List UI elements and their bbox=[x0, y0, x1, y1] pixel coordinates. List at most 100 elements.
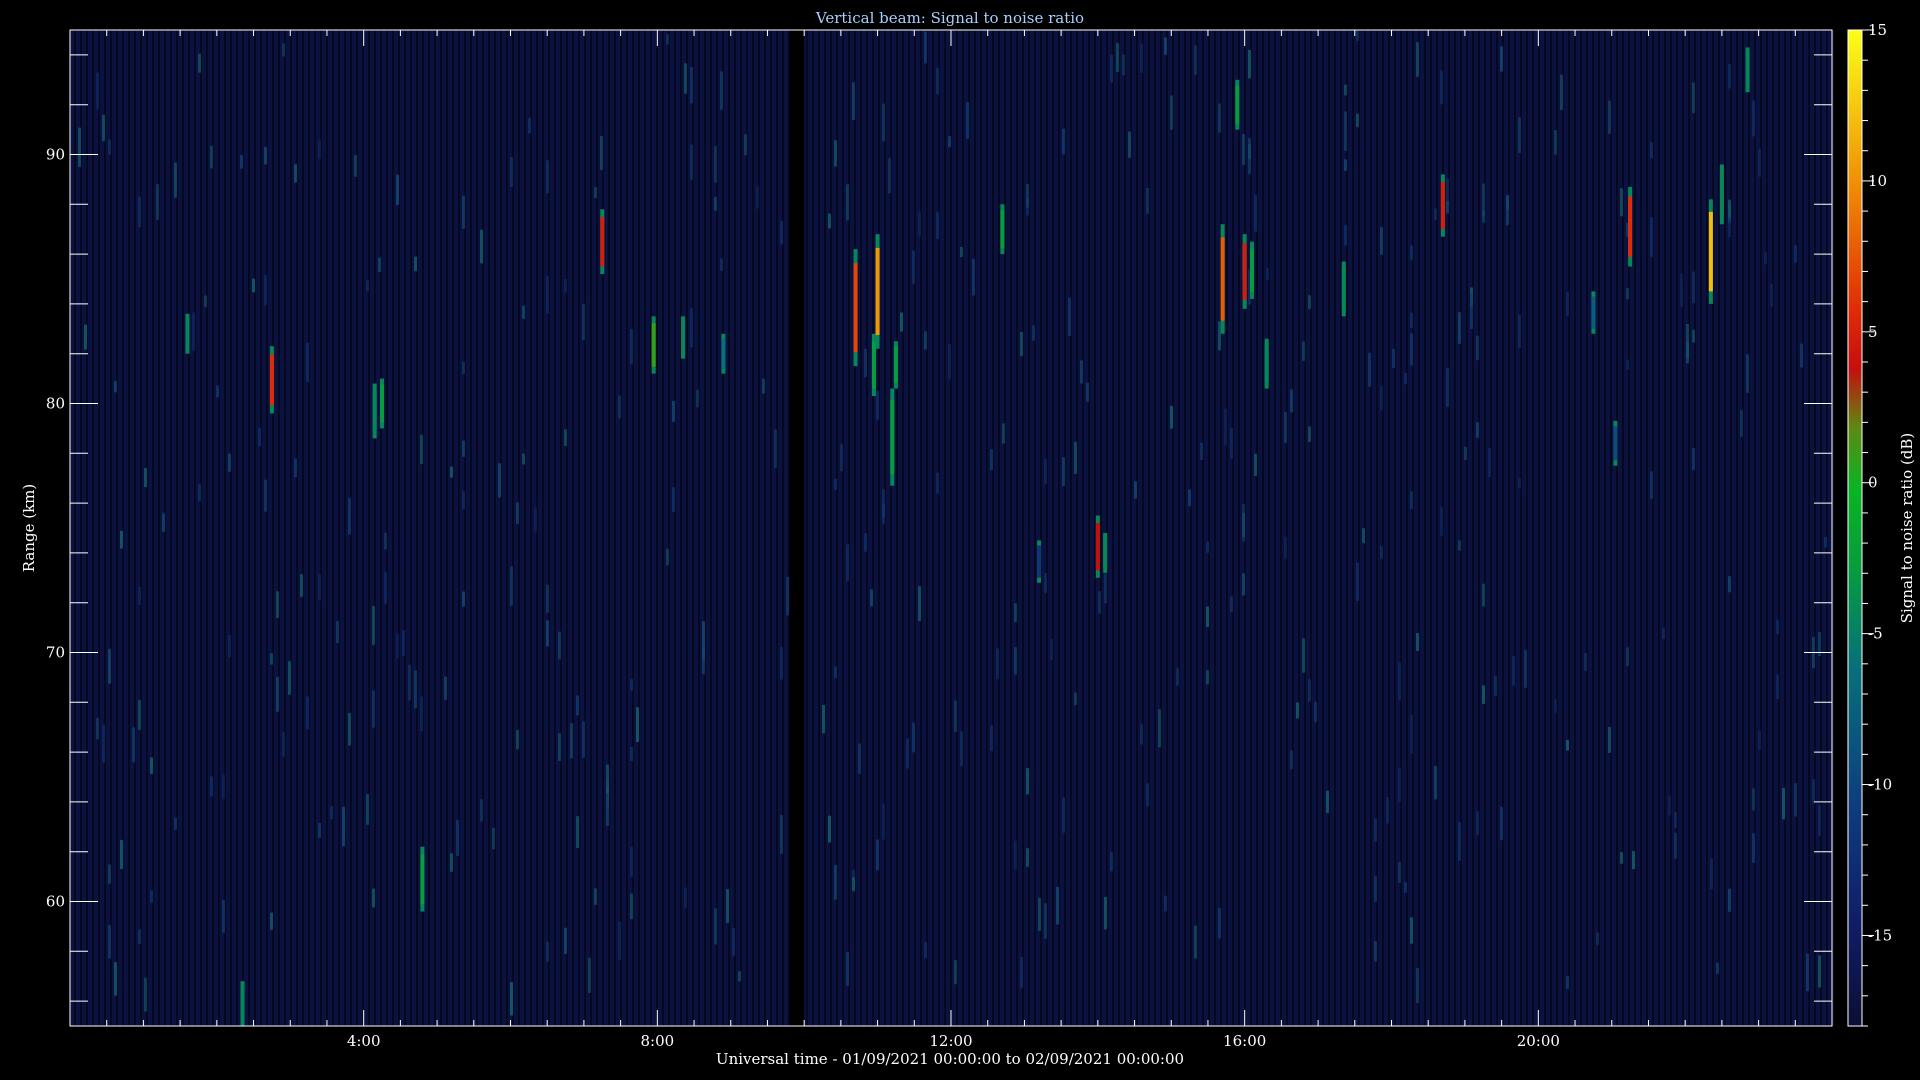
column-gap bbox=[344, 30, 346, 1026]
column-gap bbox=[1526, 30, 1528, 1026]
noise-cell bbox=[222, 900, 225, 933]
column-gap bbox=[608, 30, 610, 1026]
column-gap bbox=[182, 30, 184, 1026]
noise-cell bbox=[282, 732, 285, 757]
column-gap bbox=[374, 30, 376, 1026]
noise-cell bbox=[132, 727, 135, 763]
noise-cell bbox=[78, 127, 81, 168]
noise-cell bbox=[462, 591, 465, 607]
noise-cell bbox=[348, 712, 351, 746]
noise-cell bbox=[1566, 739, 1569, 751]
column-gap bbox=[566, 30, 568, 1026]
column-gap bbox=[1280, 30, 1282, 1026]
noise-cell bbox=[870, 589, 873, 607]
noise-cell bbox=[1218, 103, 1221, 133]
column-gap bbox=[674, 30, 676, 1026]
noise-cell bbox=[1068, 297, 1071, 336]
column-gap bbox=[1364, 30, 1366, 1026]
noise-cell bbox=[1626, 359, 1629, 370]
noise-cell bbox=[1692, 82, 1695, 114]
noise-cell bbox=[1758, 148, 1761, 177]
noise-cell bbox=[1692, 271, 1695, 304]
column-gap bbox=[1652, 30, 1654, 1026]
noise-cell bbox=[1134, 481, 1137, 499]
column-gap bbox=[1460, 30, 1462, 1026]
column-gap bbox=[896, 30, 898, 1026]
noise-cell bbox=[1218, 907, 1221, 939]
noise-cell bbox=[546, 584, 549, 613]
column-gap bbox=[524, 30, 526, 1026]
noise-cell bbox=[1446, 178, 1449, 205]
y-axis-label: Range (km) bbox=[20, 484, 38, 573]
noise-cell bbox=[1674, 832, 1677, 859]
noise-cell bbox=[1500, 806, 1503, 841]
column-gap bbox=[1358, 30, 1360, 1026]
column-gap bbox=[1388, 30, 1390, 1026]
noise-cell bbox=[114, 962, 117, 996]
noise-cell bbox=[1164, 895, 1167, 912]
column-gap bbox=[1064, 30, 1066, 1026]
noise-cell bbox=[1650, 471, 1653, 499]
column-gap bbox=[842, 30, 844, 1026]
column-gap bbox=[122, 30, 124, 1026]
noise-cell bbox=[1200, 442, 1203, 461]
noise-cell bbox=[102, 724, 105, 763]
noise-cell bbox=[690, 67, 693, 104]
column-gap bbox=[1478, 30, 1480, 1026]
column-gap bbox=[392, 30, 394, 1026]
noise-cell bbox=[228, 635, 231, 658]
column-gap bbox=[1742, 30, 1744, 1026]
column-gap bbox=[680, 30, 682, 1026]
noise-cell bbox=[1776, 619, 1779, 635]
noise-cell bbox=[1752, 100, 1755, 137]
noise-cell bbox=[396, 633, 399, 659]
column-gap bbox=[926, 30, 928, 1026]
echo-mark bbox=[1242, 243, 1247, 300]
column-gap bbox=[1370, 30, 1372, 1026]
noise-cell bbox=[354, 155, 357, 177]
echo-mark bbox=[1341, 268, 1346, 310]
column-gap bbox=[1202, 30, 1204, 1026]
noise-cell bbox=[1566, 291, 1569, 316]
echo-mark bbox=[721, 338, 726, 369]
column-gap bbox=[1628, 30, 1630, 1026]
noise-cell bbox=[1020, 956, 1023, 988]
echo-mark bbox=[1440, 181, 1445, 230]
column-gap bbox=[1748, 30, 1750, 1026]
column-gap bbox=[452, 30, 454, 1026]
column-gap bbox=[74, 30, 76, 1026]
noise-cell bbox=[1062, 797, 1065, 833]
column-gap bbox=[266, 30, 268, 1026]
column-gap bbox=[1634, 30, 1636, 1026]
column-gap bbox=[236, 30, 238, 1026]
column-gap bbox=[1694, 30, 1696, 1026]
column-gap bbox=[956, 30, 958, 1026]
column-gap bbox=[1586, 30, 1588, 1026]
column-gap bbox=[320, 30, 322, 1026]
noise-cell bbox=[1692, 329, 1695, 343]
noise-cell bbox=[492, 827, 495, 850]
colorbar-tick-label: -10 bbox=[1868, 776, 1892, 794]
noise-cell bbox=[1062, 128, 1065, 155]
column-gap bbox=[272, 30, 274, 1026]
column-gap bbox=[1490, 30, 1492, 1026]
noise-cell bbox=[1146, 187, 1149, 214]
column-gap bbox=[1766, 30, 1768, 1026]
column-gap bbox=[314, 30, 316, 1026]
column-gap bbox=[830, 30, 832, 1026]
echo-mark bbox=[1708, 211, 1713, 292]
column-gap bbox=[242, 30, 244, 1026]
column-gap bbox=[356, 30, 358, 1026]
noise-cell bbox=[630, 893, 633, 920]
noise-cell bbox=[336, 621, 339, 644]
noise-cell bbox=[138, 196, 141, 228]
column-gap bbox=[404, 30, 406, 1026]
noise-cell bbox=[1446, 200, 1449, 214]
column-gap bbox=[458, 30, 460, 1026]
noise-cell bbox=[1470, 293, 1473, 329]
column-gap bbox=[1562, 30, 1564, 1026]
column-gap bbox=[152, 30, 154, 1026]
noise-cell bbox=[876, 391, 879, 420]
noise-cell bbox=[1062, 457, 1065, 487]
column-gap bbox=[338, 30, 340, 1026]
